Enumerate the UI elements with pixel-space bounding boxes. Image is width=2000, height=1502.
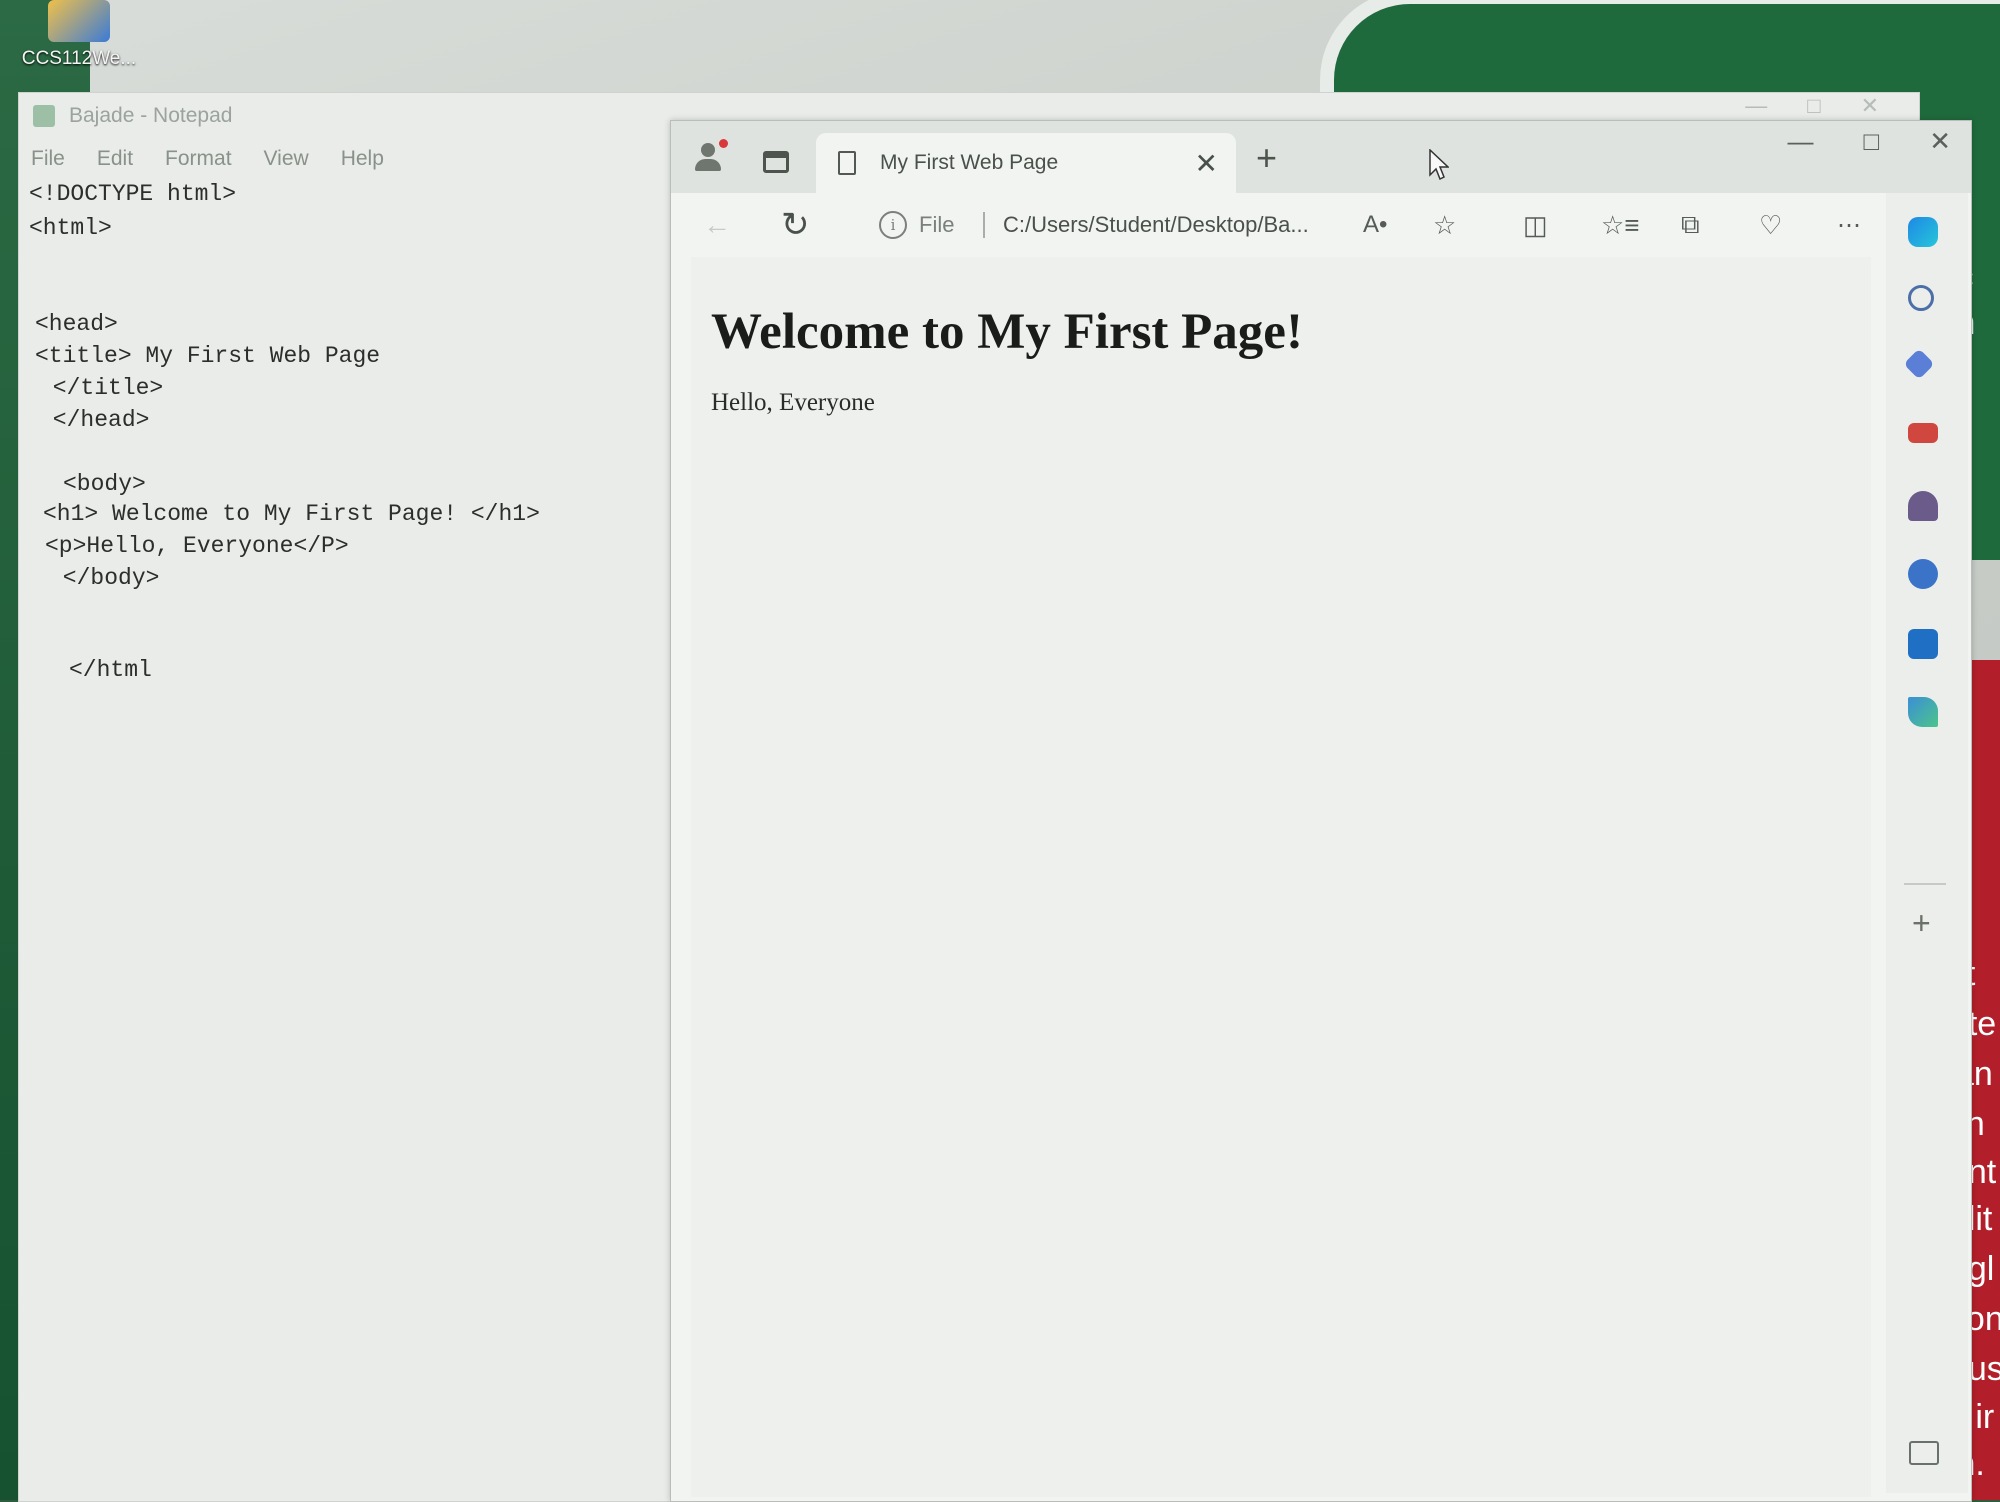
close-icon[interactable]: ✕	[1929, 126, 1951, 157]
split-screen-icon[interactable]: ◫	[1523, 210, 1548, 241]
address-bar[interactable]: C:/Users/Student/Desktop/Ba...	[1003, 212, 1309, 238]
page-heading: Welcome to My First Page!	[711, 304, 1303, 360]
new-tab-icon[interactable]: +	[1256, 137, 1277, 179]
notepad-title: Bajade - Notepad	[69, 104, 233, 127]
add-sidebar-app-icon[interactable]: +	[1912, 905, 1931, 942]
code-line: <head>	[35, 311, 118, 337]
menu-file[interactable]: File	[31, 147, 65, 171]
maximize-icon[interactable]: □	[1863, 126, 1879, 157]
address-scheme-label: File	[919, 212, 955, 237]
favorite-star-icon[interactable]: ☆	[1433, 210, 1456, 241]
code-line: <title> My First Web Page	[35, 343, 381, 369]
code-line: </head>	[39, 407, 150, 433]
code-line: <body>	[63, 471, 146, 497]
shopping-tag-icon[interactable]	[1903, 348, 1935, 380]
profile-icon[interactable]	[691, 139, 728, 177]
back-arrow-icon[interactable]: ←	[703, 209, 731, 241]
games-icon[interactable]	[1908, 491, 1938, 521]
favorites-list-icon[interactable]: ☆≡	[1601, 210, 1639, 241]
notepad-text-area[interactable]: <!DOCTYPE html> <html> <head> <title> My…	[27, 181, 717, 1481]
code-line: </title>	[39, 375, 164, 401]
edge-sidebar: +	[1886, 193, 1968, 1493]
code-line: <html>	[29, 215, 112, 241]
tab-title: My First Web Page	[880, 151, 1059, 174]
minimize-icon[interactable]: —	[1787, 126, 1813, 157]
document-icon	[838, 151, 856, 175]
copilot-icon[interactable]	[1908, 217, 1938, 247]
code-line: <p>Hello, Everyone</P>	[45, 533, 349, 559]
code-line: <h1> Welcome to My First Page! </h1>	[43, 501, 540, 527]
read-aloud-icon[interactable]: A•	[1363, 211, 1387, 239]
minimize-icon[interactable]: —	[1745, 93, 1767, 119]
collections-icon[interactable]: ⧉	[1681, 209, 1700, 241]
notepad-window-controls: — □ ✕	[1745, 93, 1879, 119]
menu-help[interactable]: Help	[341, 147, 384, 171]
search-icon[interactable]	[1908, 285, 1934, 311]
info-icon[interactable]: i	[879, 211, 907, 239]
refresh-icon[interactable]: ↻	[781, 205, 810, 245]
outlook-icon[interactable]	[1908, 629, 1938, 659]
menu-edit[interactable]: Edit	[97, 147, 133, 171]
address-separator	[983, 212, 985, 238]
close-tab-icon[interactable]: ✕	[1195, 147, 1218, 180]
menu-view[interactable]: View	[264, 147, 309, 171]
browser-essentials-icon[interactable]: ♡	[1759, 210, 1782, 241]
tools-toolbox-icon[interactable]	[1908, 423, 1938, 443]
microsoft-365-icon[interactable]	[1908, 559, 1938, 589]
desktop-shortcut-label: CCS112We...	[21, 48, 137, 69]
browser-tabstrip: My First Web Page ✕ + — □ ✕	[671, 121, 1971, 193]
code-line: </html	[69, 657, 152, 683]
maximize-icon[interactable]: □	[1807, 93, 1820, 119]
web-page-content: Welcome to My First Page! Hello, Everyon…	[691, 257, 1871, 1497]
sidebar-divider	[1904, 883, 1946, 885]
drop-icon[interactable]	[1908, 697, 1938, 727]
sidebar-settings-icon[interactable]	[1909, 1441, 1939, 1465]
more-options-icon[interactable]: ⋯	[1837, 211, 1861, 240]
mouse-cursor-icon	[1429, 149, 1449, 181]
browser-window-controls: — □ ✕	[1787, 121, 1951, 161]
page-paragraph: Hello, Everyone	[711, 389, 875, 416]
notepad-app-icon	[33, 105, 55, 127]
folder-shortcut-icon	[48, 0, 110, 42]
desktop-shortcut[interactable]: CCS112We...	[14, 0, 144, 70]
tab-my-first-web-page[interactable]: My First Web Page ✕	[816, 133, 1236, 193]
browser-toolbar: ← ↻ i File C:/Users/Student/Desktop/Ba..…	[671, 193, 1971, 257]
tab-actions-icon[interactable]	[763, 151, 789, 173]
browser-window: My First Web Page ✕ + — □ ✕ ← ↻ i File C…	[670, 120, 1972, 1502]
menu-format[interactable]: Format	[165, 147, 232, 171]
code-line: </body>	[49, 565, 160, 591]
code-line: <!DOCTYPE html>	[29, 181, 237, 207]
close-icon[interactable]: ✕	[1861, 93, 1879, 119]
